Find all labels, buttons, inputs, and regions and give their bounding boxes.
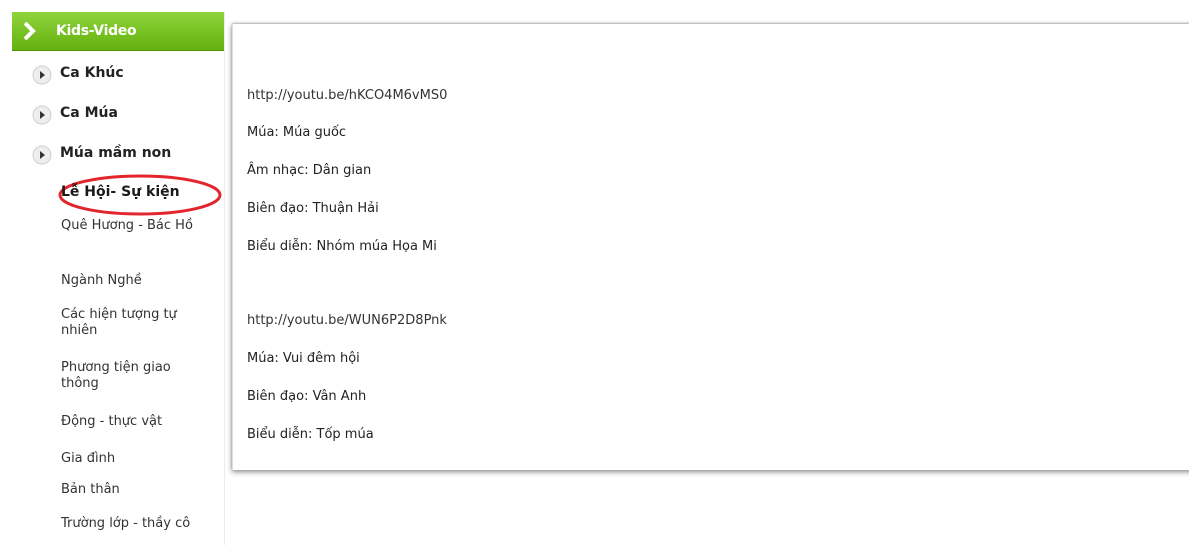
bullet-arrow-icon (32, 145, 52, 165)
content-panel: http://youtu.be/hKCO4M6vMS0 Múa: Múa guố… (232, 24, 1189, 470)
bullet-arrow-icon (32, 105, 52, 125)
menu-item-label: Ca Khúc (60, 65, 124, 81)
sub-item-le-hoi-su-kien[interactable]: Lễ Hội- Sự kiện (61, 184, 211, 200)
sub-item-dong-thuc-vat[interactable]: Động - thực vật (61, 414, 211, 430)
chevron-right-icon (23, 21, 36, 41)
video-1-dance: Múa: Múa guốc (247, 125, 347, 140)
sidebar-header[interactable]: Kids-Video (12, 12, 224, 51)
sub-item-que-huong-bac-ho[interactable]: Quê Hương - Bác Hồ (61, 218, 211, 234)
video-1-performer: Biểu diễn: Nhóm múa Họa Mi (247, 239, 437, 254)
sub-item-gia-dinh[interactable]: Gia đình (61, 451, 211, 467)
sub-item-phuong-tien-giao-thong[interactable]: Phương tiện giao thông (61, 360, 211, 392)
sidebar: Kids-Video Ca Khúc Ca Múa Múa mầm non Lễ… (12, 12, 225, 545)
menu-item-label: Múa mầm non (60, 145, 172, 161)
video-1-choreographer: Biên đạo: Thuận Hải (247, 201, 379, 216)
sidebar-header-title: Kids-Video (56, 23, 137, 39)
video-2-performer: Biểu diễn: Tốp múa (247, 427, 374, 442)
video-link-1[interactable]: http://youtu.be/hKCO4M6vMS0 (247, 88, 447, 103)
video-1-music: Âm nhạc: Dân gian (247, 163, 372, 178)
sub-item-ban-than[interactable]: Bản thân (61, 482, 211, 498)
video-link-2[interactable]: http://youtu.be/WUN6P2D8Pnk (247, 313, 447, 328)
menu-item-label: Ca Múa (60, 105, 118, 121)
bullet-arrow-icon (32, 65, 52, 85)
video-2-choreographer: Biên đạo: Vân Anh (247, 389, 367, 404)
page: Kids-Video Ca Khúc Ca Múa Múa mầm non Lễ… (0, 0, 1189, 545)
sub-item-nganh-nghe[interactable]: Ngành Nghề (61, 273, 211, 289)
sub-item-hien-tuong-tu-nhien[interactable]: Các hiện tượng tự nhiên (61, 307, 199, 339)
video-2-dance: Múa: Vui đêm hội (247, 351, 360, 366)
sub-item-truong-lop-thay-co[interactable]: Trường lớp - thầy cô (61, 516, 211, 532)
